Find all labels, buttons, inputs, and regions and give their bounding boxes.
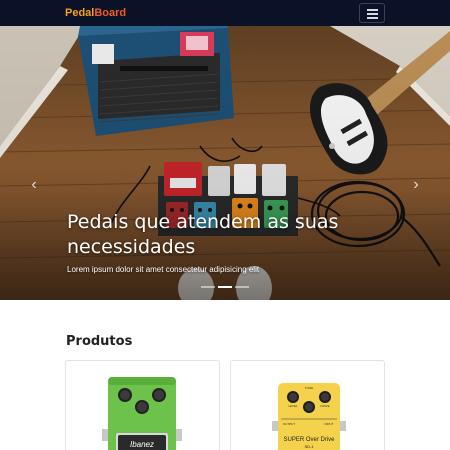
pedal-brand-label: SUPER Over Drive	[283, 437, 335, 443]
green-overdrive-pedal-image: Ibanez	[102, 377, 182, 450]
carousel-indicator[interactable]	[201, 286, 215, 288]
knob-label: DRIVE	[320, 404, 329, 408]
pedal-model-label: SD-1	[304, 444, 314, 449]
chevron-left-icon: ‹	[31, 176, 37, 193]
chevron-right-icon: ›	[413, 176, 419, 193]
jack-label: OUTPUT	[283, 422, 296, 426]
carousel-indicator[interactable]	[235, 286, 249, 288]
brand-part-pedal: Pedal	[65, 7, 95, 19]
yellow-overdrive-pedal-image: TONE LEVEL DRIVE OUTPUT INPUT SUPER Over…	[272, 383, 346, 450]
brand-part-board: Board	[94, 7, 127, 19]
jack-label: INPUT	[325, 422, 334, 426]
carousel-prev-button[interactable]: ‹	[24, 176, 44, 194]
brand-logo[interactable]: PedalBoard	[65, 6, 126, 20]
products-heading: Produtos	[66, 334, 133, 349]
carousel-indicator[interactable]	[218, 286, 232, 288]
carousel-caption-text: Lorem ipsum dolor sit amet consectetur a…	[67, 265, 260, 274]
pedal-brand-label: Ibanez	[130, 440, 154, 449]
carousel-next-button[interactable]: ›	[406, 176, 426, 194]
knob-label: TONE	[305, 386, 313, 390]
hero-carousel: ‹ › Pedais que atendem as suas necessida…	[0, 26, 450, 300]
carousel-caption-title: Pedais que atendem as suas necessidades	[67, 211, 339, 258]
knob-label: LEVEL	[288, 404, 298, 408]
product-card[interactable]: TONE LEVEL DRIVE OUTPUT INPUT SUPER Over…	[230, 360, 385, 450]
navbar-toggle-button[interactable]	[359, 3, 385, 23]
navbar: PedalBoard	[0, 0, 450, 26]
product-card[interactable]: Ibanez	[65, 360, 220, 450]
